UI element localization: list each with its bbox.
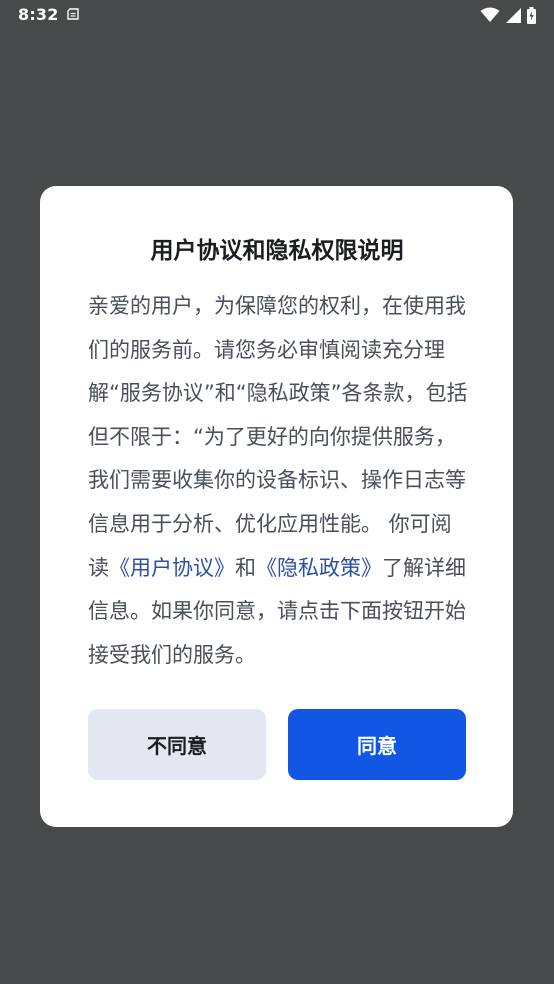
dialog-body-text: 亲爱的用户，为保障您的权利，在使用我们的服务前。请您务必审慎阅读充分理解“服务协…	[88, 294, 468, 580]
dialog-title: 用户协议和隐私权限说明	[150, 238, 404, 264]
battery-icon	[527, 6, 536, 24]
user-agreement-link[interactable]: 《用户协议》	[109, 556, 235, 580]
status-icons	[480, 6, 536, 24]
disagree-button[interactable]: 不同意	[88, 709, 266, 780]
agree-button[interactable]: 同意	[288, 709, 466, 780]
privacy-policy-link[interactable]: 《隐私政策》	[256, 556, 382, 580]
notification-icon	[67, 8, 79, 20]
wifi-icon	[480, 7, 500, 22]
status-time: 8:32	[18, 5, 59, 24]
dialog-body-conjunction: 和	[235, 555, 256, 580]
status-bar: 8:32	[0, 0, 554, 30]
signal-icon	[506, 7, 521, 23]
dialog-body: 亲爱的用户，为保障您的权利，在使用我们的服务前。请您务必审慎阅读充分理解“服务协…	[88, 285, 470, 677]
